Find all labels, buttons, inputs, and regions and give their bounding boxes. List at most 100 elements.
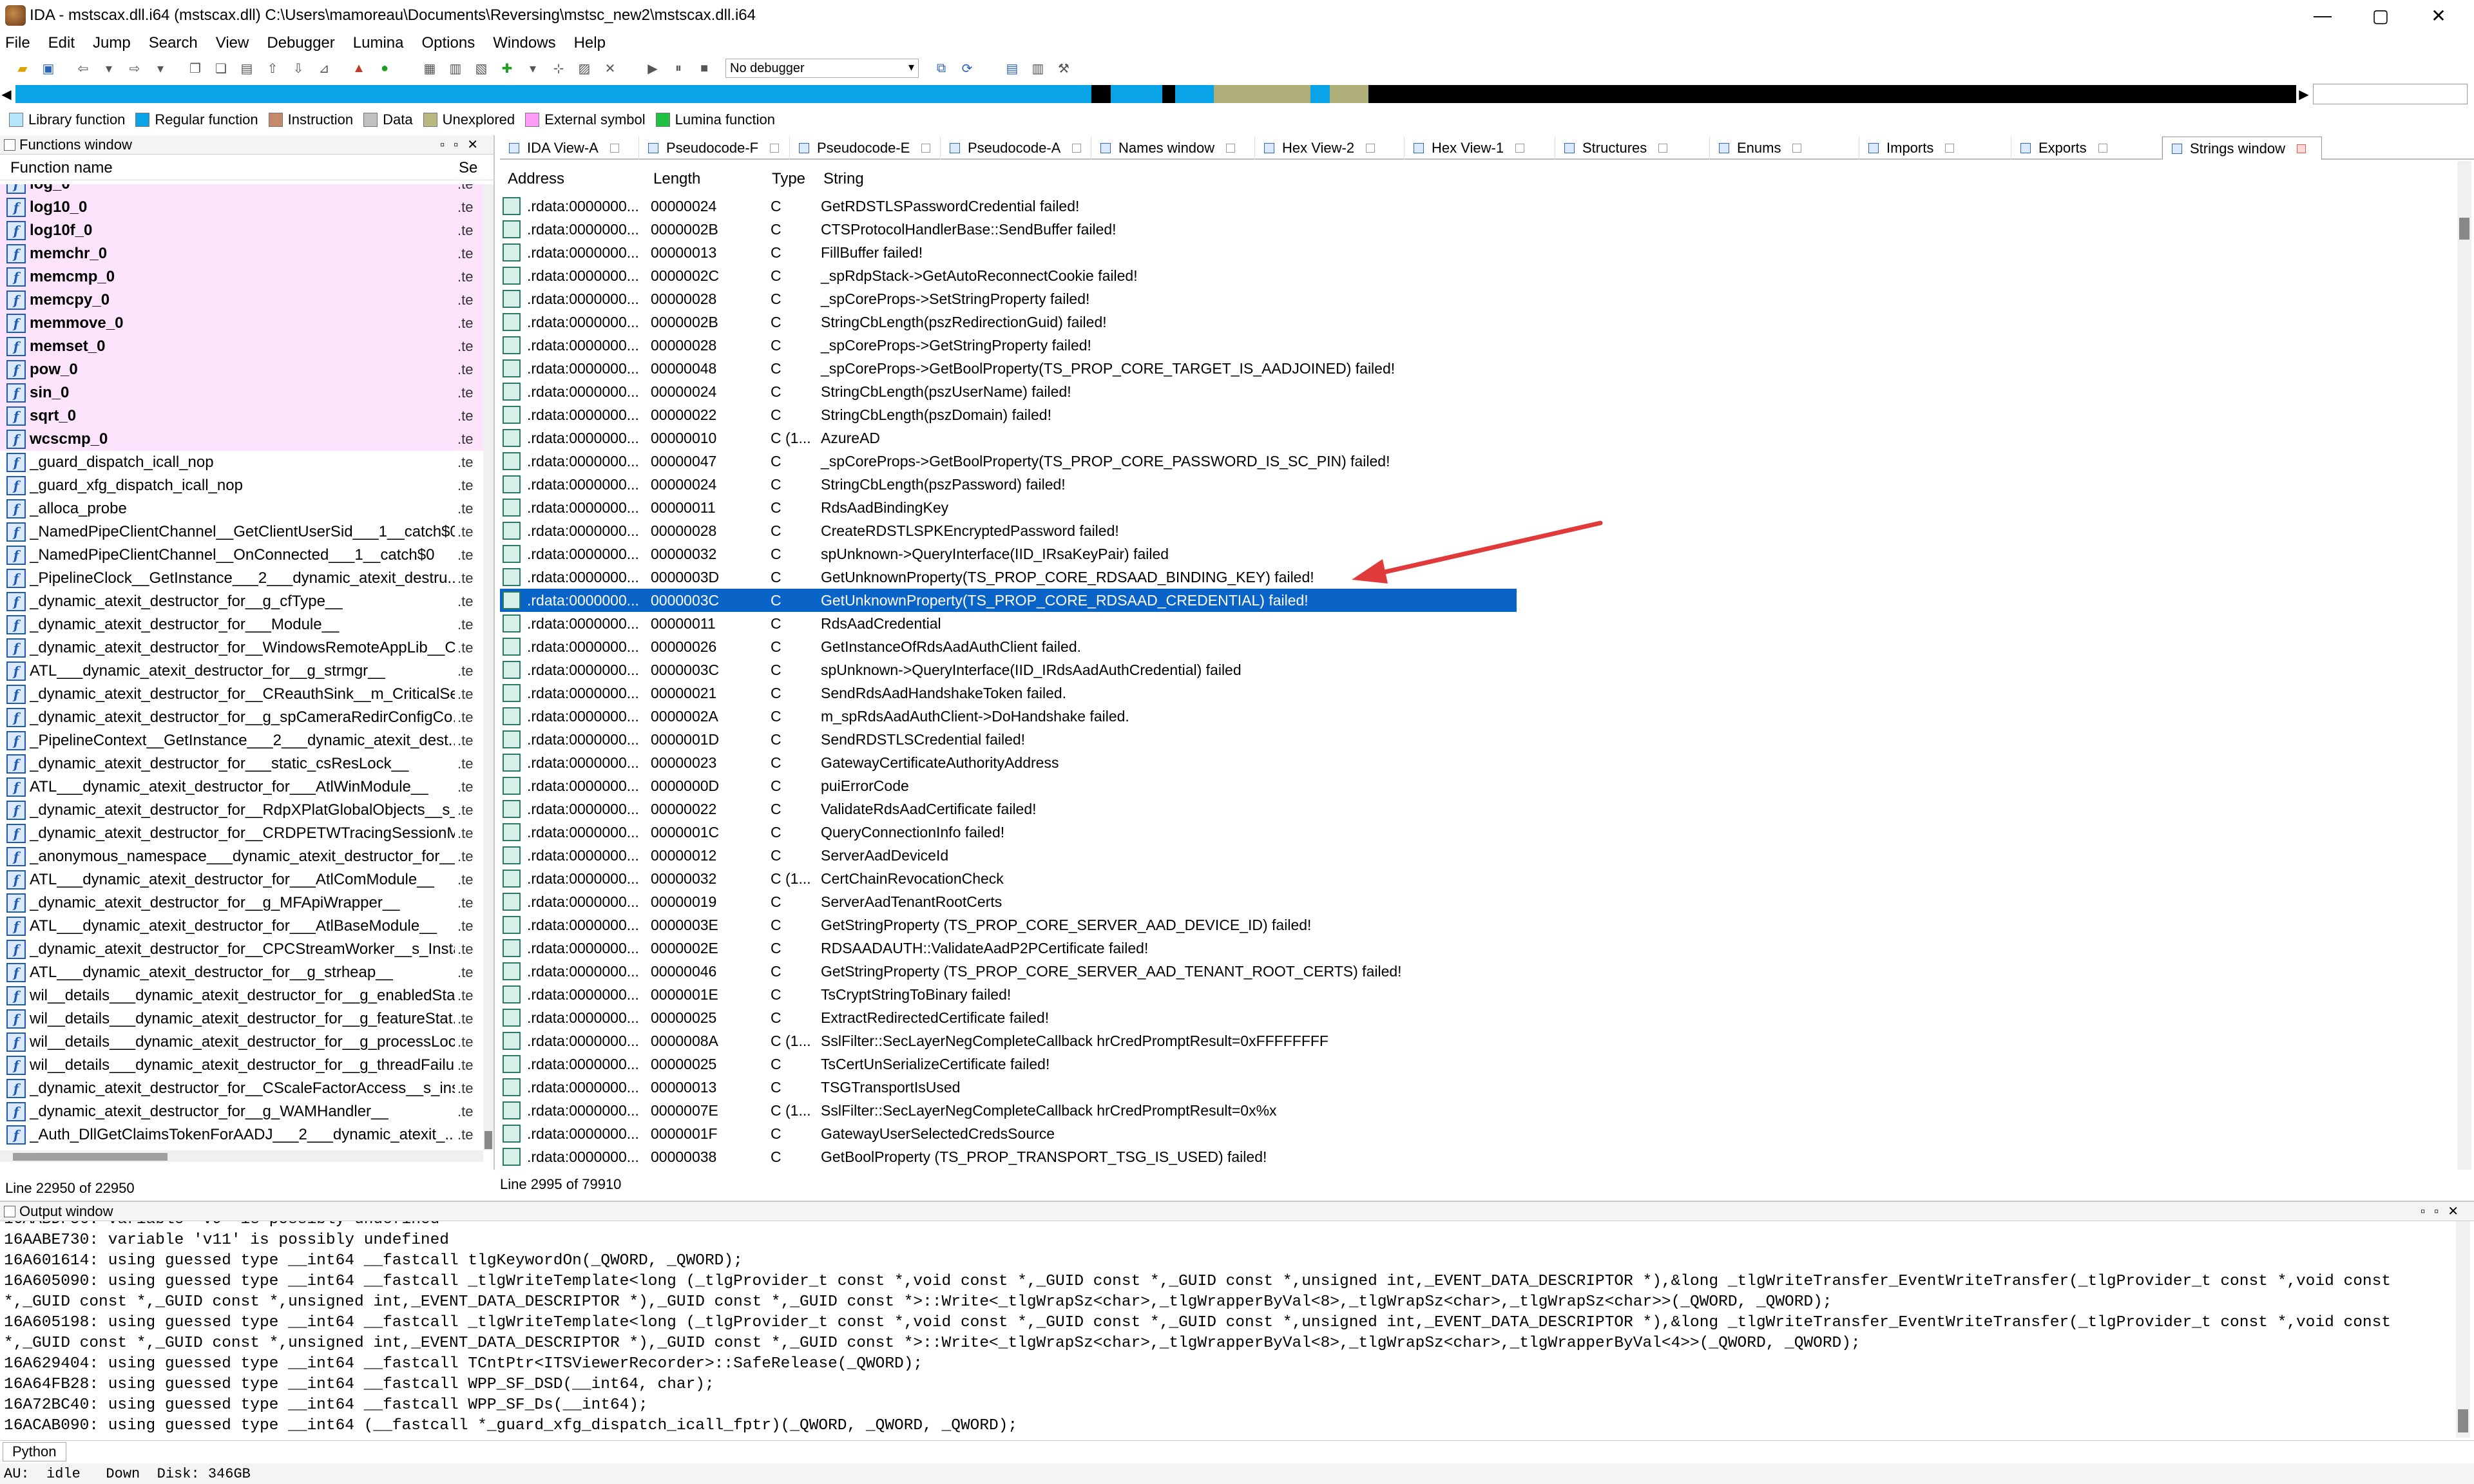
debugger-select[interactable]: No debugger [725,59,919,78]
menu-windows[interactable]: Windows [493,34,555,52]
add-dropdown-icon[interactable]: ▾ [523,59,542,77]
tab-strings-window[interactable]: Strings window [2162,137,2322,160]
tab-close-icon[interactable] [1945,144,1955,153]
function-row[interactable]: f memset_0 .te [0,335,483,358]
function-row[interactable]: f _dynamic_atexit_destructor_for__Windows… [0,636,483,660]
function-row[interactable]: f _dynamic_atexit_destructor_for__CRDPETW… [0,822,483,845]
column-string[interactable]: String [823,170,864,188]
tab-exports[interactable]: Exports [2011,137,2162,160]
nav-band-segment[interactable] [1329,85,1368,103]
column-length[interactable]: Length [653,170,700,188]
string-row[interactable]: .rdata:0000000... 00000032 CspUnknown->Que… [500,542,2459,566]
tab-close-icon[interactable] [1072,144,1082,153]
jump-up-icon[interactable]: ⇧ [263,59,282,77]
tab-close-icon[interactable] [1658,144,1668,153]
function-row[interactable]: f _dynamic_atexit_destructor_for__CScaleF… [0,1077,483,1100]
column-address[interactable]: Address [508,170,564,188]
menu-edit[interactable]: Edit [48,34,75,52]
function-row[interactable]: f wil__details___dynamic_atexit_destructo… [0,984,483,1007]
paste-icon[interactable]: ❏ [211,59,231,77]
string-row[interactable]: .rdata:0000000... 0000003C CspUnknown->Que… [500,658,2459,681]
string-row[interactable]: .rdata:0000000... 0000003E C GetStringPrope… [500,913,2459,937]
column-segment[interactable]: Se [459,159,477,177]
nav-address-input[interactable] [2313,84,2468,104]
tab-ida-view-a[interactable]: IDA View-A [500,137,639,160]
string-row[interactable]: .rdata:0000000... 00000013 C FillBuffer fai… [500,241,2459,264]
struct-icon[interactable]: ▦ [420,59,439,77]
output-vertical-scrollbar[interactable] [2456,1221,2470,1438]
tab-enums[interactable]: Enums [1710,137,1859,160]
tab-close-icon[interactable] [609,144,619,153]
string-row[interactable]: .rdata:0000000... 00000024 C StringCbLength… [500,380,2459,403]
string-row[interactable]: .rdata:0000000... 00000046 C GetStringPrope… [500,960,2459,983]
menu-view[interactable]: View [216,34,249,52]
toolbar-options-icon[interactable]: ▥ [1028,59,1048,77]
string-row[interactable]: .rdata:0000000... 0000008A C (1... SslFilte… [500,1029,2459,1052]
functions-vertical-scrollbar[interactable] [483,184,494,1150]
function-row[interactable]: f _guard_xfg_dispatch_icall_nop .te [0,474,483,497]
function-row[interactable]: f _guard_dispatch_icall_nop .te [0,451,483,474]
function-row[interactable]: f memcpy_0 .te [0,289,483,312]
close-button[interactable]: ✕ [2410,0,2468,31]
output-log[interactable]: 16AABDF56: variable 'v9' is possibly und… [0,1221,2455,1440]
navigation-band[interactable]: ◀ ▶ [0,82,2474,106]
tab-hex-view-1[interactable]: Hex View-1 [1405,137,1555,160]
tab-pseudocode-e[interactable]: Pseudocode-E [790,137,941,160]
graph-icon[interactable]: ▨ [575,59,594,77]
string-row[interactable]: .rdata:0000000... 00000024 C GetRDSTLSPassw… [500,195,2459,218]
tab-pseudocode-f[interactable]: Pseudocode-F [639,137,790,160]
function-row[interactable]: f ATL___dynamic_atexit_destructor_for___A… [0,775,483,799]
segment-icon[interactable]: ▧ [472,59,491,77]
nav-right-arrow-icon[interactable]: ▶ [2297,82,2310,106]
function-row[interactable]: f log10f_0 .te [0,219,483,242]
function-row[interactable]: f _Auth_DllGetClaimsTokenForAADJ___2___dy… [0,1123,483,1146]
binary-icon[interactable]: ▤ [237,59,256,77]
nav-band-segment[interactable] [15,85,1091,103]
string-row[interactable]: .rdata:0000000... 00000028 C _spCoreProps->… [500,287,2459,310]
menu-search[interactable]: Search [149,34,198,52]
copy-icon[interactable]: ❐ [186,59,205,77]
function-row[interactable]: f _PipelineContext__GetInstance___2___dyn… [0,729,483,752]
flow-icon[interactable]: ⊹ [549,59,568,77]
function-row[interactable]: f _dynamic_atexit_destructor_for__g_cfTyp… [0,590,483,613]
function-row[interactable]: f wil__details___dynamic_atexit_destructo… [0,1054,483,1077]
function-row[interactable]: f log_0.te [0,184,483,196]
string-row[interactable]: .rdata:0000000... 00000022 C StringCbLength… [500,403,2459,426]
tab-hex-view-2[interactable]: Hex View-2 [1255,137,1405,160]
menu-debugger[interactable]: Debugger [267,34,334,52]
warning-icon[interactable]: ▲ [349,59,369,77]
tab-close-icon[interactable] [2098,144,2107,153]
tab-close-icon[interactable] [1792,144,1802,153]
tab-close-icon[interactable] [1515,144,1525,153]
tab-close-icon[interactable] [1226,144,1236,153]
output-panel-buttons[interactable]: ▫▫✕ [2421,1203,2468,1219]
patch-icon[interactable]: ⊿ [314,59,334,77]
functions-column-header[interactable]: Function name Se [0,155,494,180]
function-row[interactable]: f memmove_0 .te [0,312,483,335]
navigation-strip[interactable] [15,85,2296,103]
nav-left-arrow-icon[interactable]: ◀ [0,82,13,106]
function-row[interactable]: f _dynamic_atexit_destructor_for__g_MFApi… [0,891,483,915]
function-row[interactable]: f _anonymous_namespace___dynamic_atexit_d… [0,845,483,868]
maximize-button[interactable]: ▢ [2352,0,2410,31]
forward-icon[interactable]: ⇨ [125,59,144,77]
lumina-icon[interactable]: ● [375,59,394,77]
string-row[interactable]: .rdata:0000000... 00000028 C _spCoreProps->… [500,334,2459,357]
view-layout-icon[interactable]: ▤ [1002,59,1022,77]
function-row[interactable]: f _NamedPipeClientChannel__GetClientUserS… [0,520,483,544]
function-row[interactable]: f _dynamic_atexit_destructor_for__CPCStre… [0,938,483,961]
string-row[interactable]: .rdata:0000000... 0000000D CpuiErrorCode [500,774,2459,797]
menu-help[interactable]: Help [574,34,606,52]
forward-dropdown-icon[interactable]: ▾ [151,59,170,77]
string-row[interactable]: .rdata:0000000... 00000012 C ServerAadDevic… [500,844,2459,867]
string-row[interactable]: .rdata:0000000... 00000032 C (1... CertChai… [500,867,2459,890]
function-row[interactable]: f pow_0 .te [0,358,483,381]
function-row[interactable]: f _dynamic_atexit_destructor_for__CReauth… [0,683,483,706]
function-row[interactable]: f log10_0 .te [0,196,483,219]
string-row[interactable]: .rdata:0000000... 00000025 C TsCertUnSerial… [500,1052,2459,1076]
string-row[interactable]: .rdata:0000000... 0000002A Cm_spRdsAadAuth… [500,705,2459,728]
column-function-name[interactable]: Function name [10,159,113,177]
functions-horizontal-scrollbar[interactable] [0,1150,483,1162]
run-icon[interactable]: ▶ [643,59,662,77]
function-row[interactable]: f ATL___dynamic_atexit_destructor_for__g_… [0,660,483,683]
